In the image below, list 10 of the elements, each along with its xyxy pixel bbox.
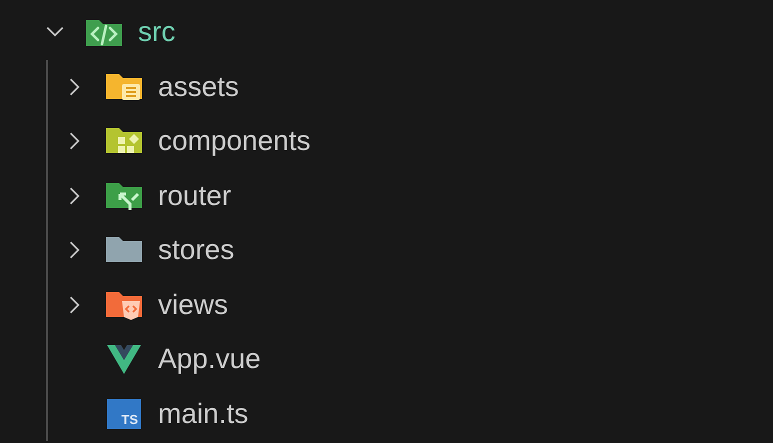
typescript-icon: TS	[107, 398, 141, 429]
folder-name[interactable]: components	[158, 125, 311, 158]
folder-name[interactable]: views	[158, 288, 228, 321]
folder-name[interactable]: stores	[158, 234, 234, 266]
vue-logo-icon	[104, 343, 144, 376]
folder-name[interactable]: assets	[158, 70, 239, 103]
folder-name[interactable]: router	[158, 180, 232, 212]
folder-name[interactable]: src	[138, 16, 176, 48]
file-name[interactable]: App.vue	[158, 343, 261, 376]
file-name[interactable]: main.ts	[158, 398, 248, 430]
